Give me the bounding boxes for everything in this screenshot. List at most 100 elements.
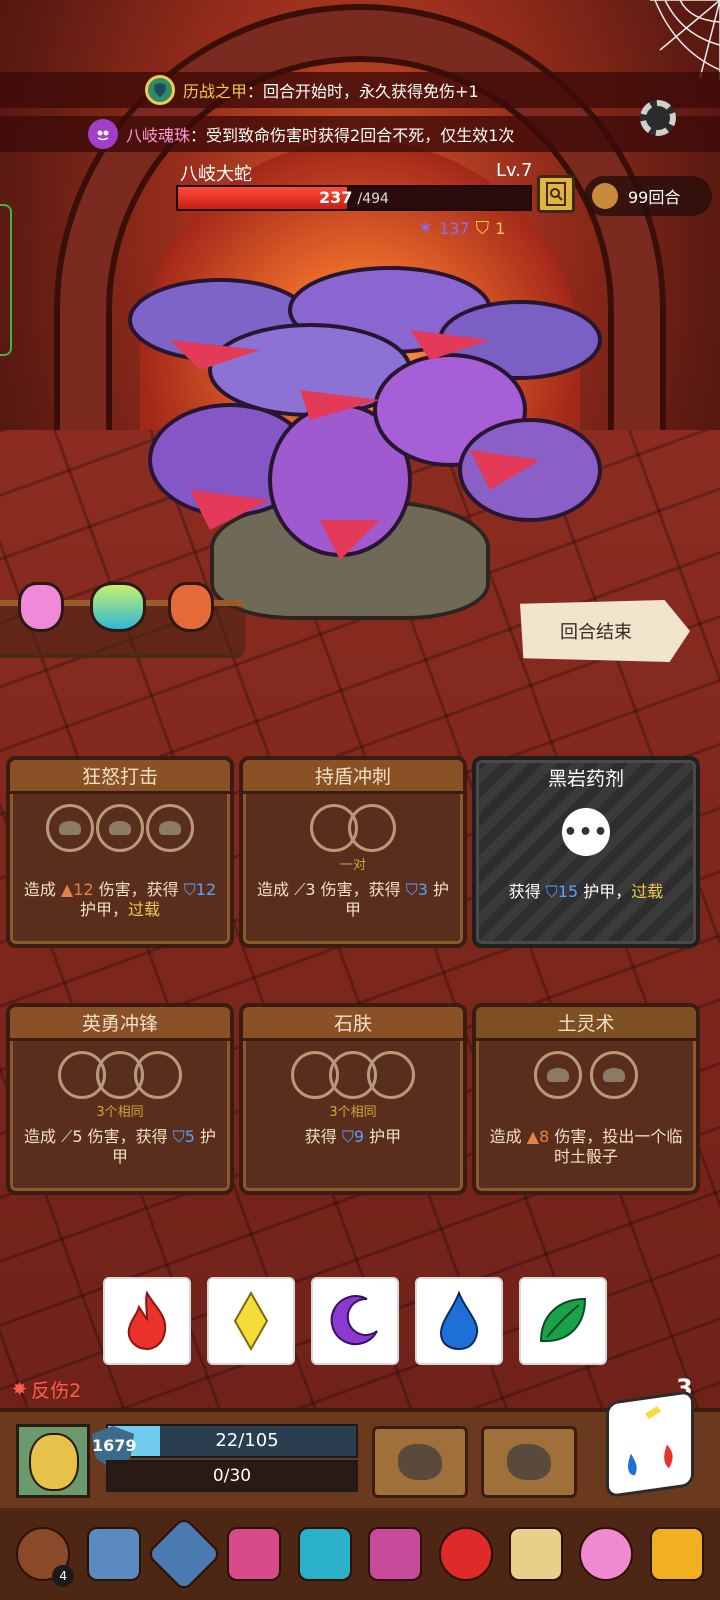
card-description: 获得 ⛉15 护甲，过载	[508, 882, 664, 901]
dice-slots[interactable]	[10, 1051, 230, 1101]
feather-horn-relic-icon[interactable]	[508, 1527, 563, 1581]
lava-frame-relic-icon[interactable]	[649, 1527, 704, 1581]
settings-gear-icon[interactable]	[640, 100, 676, 136]
earth-dice-slot[interactable]	[534, 1051, 582, 1099]
armor-buff-icon	[145, 75, 175, 105]
card-description: 获得 ⛉9 护甲	[304, 1127, 402, 1146]
skill-card-stone-skin[interactable]: 石肤 3个相同 获得 ⛉9 护甲	[239, 1003, 467, 1195]
heart-amulet-relic-icon[interactable]	[579, 1527, 634, 1581]
armor-icon: ⛉	[172, 1127, 185, 1146]
card-description: 造成 ▲12 伤害，获得 ⛉12 护甲，过载	[23, 880, 217, 919]
nature-die[interactable]	[519, 1277, 607, 1365]
shield-gem-relic-icon[interactable]	[297, 1527, 352, 1581]
boss-hp-max: /494	[357, 191, 389, 207]
leaf-icon	[539, 1297, 587, 1343]
card-title: 黑岩药剂	[547, 767, 624, 790]
card-requirement	[476, 1101, 696, 1119]
card-requirement: 3个相同	[96, 1105, 144, 1120]
buff-sep: ：	[247, 82, 264, 101]
hero-face-icon	[29, 1433, 79, 1491]
skill-card-rage-strike[interactable]: 狂怒打击 造成 ▲12 伤害，获得 ⛉12 护甲，过载	[6, 756, 234, 948]
relic-bar: 4	[0, 1508, 720, 1600]
earth-dice-slot[interactable]	[46, 804, 94, 852]
ruby-relic-icon[interactable]	[438, 1527, 493, 1581]
fire-die[interactable]	[103, 1277, 191, 1365]
more-options-icon[interactable]: •••	[562, 808, 610, 856]
card-title: 英勇冲锋	[10, 1007, 230, 1041]
card-title: 持盾冲刺	[243, 760, 463, 794]
dice-slots[interactable]	[243, 804, 463, 854]
skill-card-shield-charge[interactable]: 持盾冲刺 一对 造成 ⟋3 伤害，获得 ⛉3 护甲	[239, 756, 467, 948]
roll-dice-button[interactable]	[606, 1389, 694, 1499]
player-armor-value: 1679	[92, 1436, 137, 1455]
armor-icon: ⛉	[545, 882, 558, 901]
earth-dice-slot[interactable]	[590, 1051, 638, 1099]
button-relic-icon[interactable]: 4	[16, 1527, 75, 1587]
light-die[interactable]	[207, 1277, 295, 1365]
pink-potion-icon[interactable]	[18, 582, 64, 632]
skill-card-heroic-charge[interactable]: 英勇冲锋 3个相同 造成 ⟋5 伤害，获得 ⛉5 护甲	[6, 1003, 234, 1195]
compass-armor-relic-icon[interactable]	[86, 1527, 141, 1581]
water-drop-icon	[439, 1291, 479, 1351]
buff-row-2[interactable]: 八岐魂珠 ： 受到致命伤害时获得2回合不死，仅生效1次	[0, 116, 720, 152]
empty-dice-slot[interactable]	[367, 1051, 415, 1099]
rainbow-potion-icon[interactable]	[90, 582, 146, 632]
monster-book-icon[interactable]	[537, 175, 575, 213]
totem-relic-icon[interactable]	[227, 1527, 282, 1581]
boss-intent: ✶ 137 ⛉ 1	[418, 218, 505, 239]
orange-potion-icon[interactable]	[168, 582, 214, 632]
spider-web-icon	[650, 0, 720, 80]
player-panel: 22/105 1679 0/30 4	[0, 1389, 720, 1600]
reflect-damage-status[interactable]: ✸ 反伤2	[12, 1376, 81, 1403]
buff-sep: ：	[190, 126, 207, 145]
turn-counter-label: 99回合	[628, 188, 681, 207]
reflect-label: 反伤2	[31, 1380, 82, 1402]
earth-dice-slot[interactable]	[96, 804, 144, 852]
hero-portrait[interactable]	[16, 1424, 90, 1498]
intent-attack-value: 137	[439, 219, 470, 238]
boss-hp-bar: 237 /494	[176, 185, 532, 211]
card-description: 造成 ▲8 伤害，投出一个临时土骰子	[489, 1127, 683, 1166]
armor-icon: ⛉	[405, 880, 418, 899]
hydra-boss-sprite[interactable]	[110, 260, 610, 620]
card-requirement: 3个相同	[329, 1105, 377, 1120]
dice-slots[interactable]	[476, 1051, 696, 1101]
dice-tray	[103, 1277, 607, 1365]
diamond-icon	[233, 1291, 269, 1351]
boss-name: 八岐大蛇	[180, 164, 252, 185]
card-description: 造成 ⟋5 伤害，获得 ⛉5 护甲	[24, 1127, 216, 1166]
earth-dice-slot[interactable]	[146, 804, 194, 852]
boss-hp-current: 237	[319, 188, 353, 207]
armor-icon: ⛉	[183, 880, 196, 899]
slam-skill-button[interactable]	[481, 1426, 577, 1498]
fist-skill-button[interactable]	[372, 1426, 468, 1498]
buff-row-1[interactable]: 历战之甲 ： 回合开始时，永久获得免伤+1	[0, 72, 720, 108]
end-turn-button[interactable]: 回合结束	[520, 600, 690, 662]
fire-icon	[127, 1291, 167, 1351]
buff-name: 八岐魂珠	[126, 126, 191, 145]
earth-damage-icon: ▲	[526, 1127, 540, 1146]
sword-icon: ⟋	[61, 1127, 73, 1146]
earth-damage-icon: ▲	[60, 880, 74, 899]
side-drawer-tab[interactable]	[0, 204, 12, 356]
water-die[interactable]	[415, 1277, 503, 1365]
empty-dice-slot[interactable]	[348, 804, 396, 852]
spiked-fist-icon	[398, 1444, 442, 1480]
dice-slots[interactable]	[10, 804, 230, 854]
dice-slots[interactable]	[243, 1051, 463, 1101]
heart-relic-icon[interactable]	[368, 1527, 423, 1581]
card-title: 狂怒打击	[10, 760, 230, 794]
skill-card-black-rock-potion[interactable]: 黑岩药剂 ••• 获得 ⛉15 护甲，过载	[472, 756, 700, 948]
soul-orb-icon	[88, 119, 118, 149]
thorns-icon: ✸	[12, 1379, 28, 1400]
skill-card-earth-spell[interactable]: 土灵术 造成 ▲8 伤害，投出一个临时土骰子	[472, 1003, 700, 1195]
star-emblem-relic-icon[interactable]	[145, 1515, 223, 1593]
empty-dice-slot[interactable]	[134, 1051, 182, 1099]
armor-icon: ⛉	[341, 1127, 354, 1146]
buff-name: 历战之甲	[183, 82, 248, 101]
shadow-die[interactable]	[311, 1277, 399, 1365]
sword-icon: ⟋	[294, 880, 306, 899]
rock-slam-icon	[507, 1444, 551, 1480]
claw-attack-icon: ✶	[418, 218, 434, 239]
turn-bag-icon	[592, 183, 618, 209]
